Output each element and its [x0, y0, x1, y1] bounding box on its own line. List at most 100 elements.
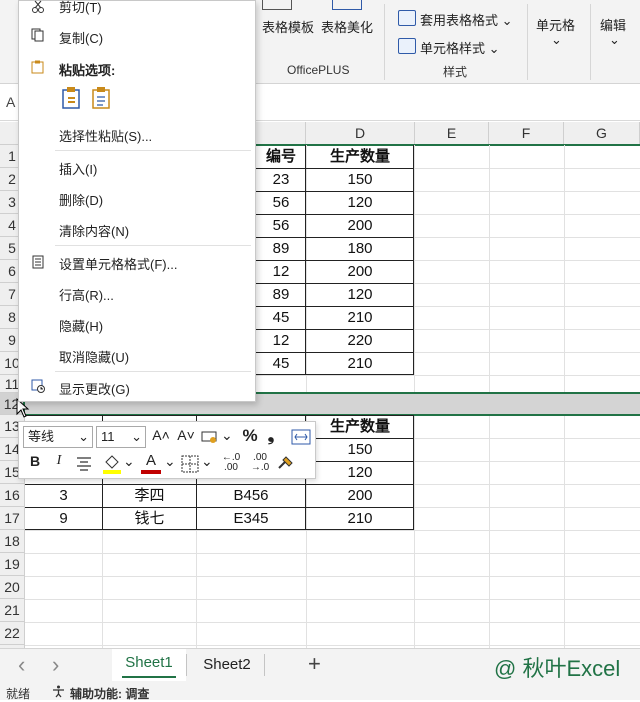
table2-cell-d17[interactable]: 210 [306, 507, 414, 530]
table1-cell-d8[interactable]: 210 [306, 306, 414, 329]
table2-cell-a16[interactable]: 3 [25, 484, 102, 507]
row-header-19[interactable]: 19 [0, 553, 25, 576]
row-header-21[interactable]: 21 [0, 599, 25, 622]
paste-values-icon[interactable] [91, 86, 113, 110]
menu-item-format-cells[interactable]: 设置单元格格式(F)... [59, 254, 177, 273]
row-header-18[interactable]: 18 [0, 530, 25, 553]
context-menu[interactable]: 剪切(T) 复制(C) 粘贴选项: 选择性粘贴(S)... 插入(I) 删除(D… [18, 0, 256, 402]
menu-separator [55, 245, 251, 246]
column-header-f[interactable]: F [489, 122, 564, 145]
table1-cell-d3[interactable]: 120 [306, 191, 414, 214]
menu-separator [55, 371, 251, 372]
sheet-nav-prev-button[interactable]: ‹ [18, 652, 25, 678]
table2-cell-d14[interactable]: 150 [306, 438, 414, 461]
table1-cell-d4[interactable]: 200 [306, 214, 414, 237]
table2-cell-d16[interactable]: 200 [306, 484, 414, 507]
font-name-box[interactable]: 等线 ⌄ [23, 426, 93, 448]
bold-button[interactable]: B [27, 453, 43, 469]
merge-center-icon[interactable] [291, 429, 311, 445]
menu-item-copy[interactable]: 复制(C) [59, 28, 103, 47]
accessibility-icon [53, 685, 64, 698]
table1-cell-d10[interactable]: 210 [306, 352, 414, 375]
column-header-g[interactable]: G [564, 122, 640, 145]
chevron-down-icon[interactable]: ⌄ [164, 453, 176, 470]
table1-header-d[interactable]: 生产数量 [306, 145, 414, 168]
apply-table-format-button[interactable]: 套用表格格式 ⌄ [420, 10, 513, 29]
table1-cell-d7[interactable]: 120 [306, 283, 414, 306]
menu-item-clear[interactable]: 清除内容(N) [59, 221, 129, 240]
chevron-down-icon[interactable]: ⌄ [609, 32, 620, 48]
menu-item-show-changes[interactable]: 显示更改(G) [59, 379, 130, 398]
menu-item-hide[interactable]: 隐藏(H) [59, 316, 103, 335]
menu-item-row-height[interactable]: 行高(R)... [59, 285, 114, 304]
table2-header-d[interactable]: 生产数量 [306, 415, 414, 438]
row-header-17[interactable]: 17 [0, 507, 25, 530]
format-painter-icon[interactable] [276, 453, 296, 473]
percent-style-button[interactable]: % [240, 426, 260, 446]
font-size-box[interactable]: 11 ⌄ [96, 426, 146, 448]
currency-format-icon[interactable] [201, 429, 221, 445]
table2-cell-d15[interactable]: 120 [306, 461, 414, 484]
officeplus-group-label: OfficePLUS [287, 63, 350, 77]
menu-item-unhide[interactable]: 取消隐藏(U) [59, 347, 129, 366]
table1-cell-d6[interactable]: 200 [306, 260, 414, 283]
column-header-d[interactable]: D [306, 122, 415, 145]
chevron-down-icon[interactable]: ⌄ [551, 32, 562, 48]
table2-cell-b17[interactable]: 钱七 [103, 507, 196, 530]
row-header-22[interactable]: 22 [0, 622, 25, 645]
table1-cell-c3[interactable]: 56 [256, 191, 306, 214]
increase-decimal-button[interactable]: ←.0 .00 [218, 453, 244, 473]
table2-cell-c17[interactable]: E345 [197, 507, 305, 530]
menu-item-cut[interactable]: 剪切(T) [59, 0, 102, 16]
table1-cell-c2[interactable]: 23 [256, 168, 306, 191]
table1-cell-c7[interactable]: 89 [256, 283, 306, 306]
sheet-nav-next-button[interactable]: › [52, 652, 59, 678]
table-beautify-button[interactable]: 表格美化 [321, 17, 373, 36]
table1-cell-d5[interactable]: 180 [306, 237, 414, 260]
table1-cell-c6[interactable]: 12 [256, 260, 306, 283]
table2-cell-b16[interactable]: 李四 [103, 484, 196, 507]
chevron-down-icon[interactable]: ⌄ [201, 453, 213, 470]
decrease-decimal-button[interactable]: .00 →.0 [247, 453, 273, 473]
chevron-down-icon[interactable]: ⌄ [123, 453, 135, 470]
column-header-e[interactable]: E [415, 122, 489, 145]
table1-cell-c9[interactable]: 12 [256, 329, 306, 352]
borders-icon[interactable] [181, 455, 199, 473]
scissors-icon [32, 0, 44, 13]
add-sheet-button[interactable]: + [308, 651, 321, 677]
menu-item-insert[interactable]: 插入(I) [59, 159, 97, 178]
table1-header-c[interactable]: 编号 [256, 145, 306, 168]
table2-cell-a17[interactable]: 9 [25, 507, 102, 530]
table1-cell-c8[interactable]: 45 [256, 306, 306, 329]
paste-formatting-icon[interactable] [61, 86, 83, 110]
style-group-label: 样式 [443, 65, 468, 79]
comma-style-button[interactable]: ❟ [264, 426, 278, 446]
align-center-icon[interactable] [76, 456, 92, 472]
table1-cell-c10[interactable]: 45 [256, 352, 306, 375]
sheet-tab-2[interactable]: Sheet2 [190, 649, 264, 681]
sheet-tab-1[interactable]: Sheet1 [112, 649, 186, 681]
menu-item-delete[interactable]: 删除(D) [59, 190, 103, 209]
sheet-tab-bar: ‹ › Sheet1 Sheet2 + @ 秋叶Excel [0, 648, 640, 682]
fill-color-icon[interactable] [102, 453, 122, 475]
shrink-font-button[interactable]: A˅ [176, 427, 196, 443]
row-header-20[interactable]: 20 [0, 576, 25, 599]
row-header-16[interactable]: 16 [0, 484, 25, 507]
paste-options-label: 粘贴选项: [59, 63, 116, 78]
italic-button[interactable]: I [51, 453, 67, 469]
menu-item-paste-special[interactable]: 选择性粘贴(S)... [59, 126, 152, 145]
grow-font-button[interactable]: A˄ [151, 427, 171, 443]
table1-cell-c4[interactable]: 56 [256, 214, 306, 237]
chevron-down-icon[interactable]: ⌄ [221, 427, 233, 444]
mini-toolbar[interactable]: 等线 ⌄ 11 ⌄ A˄ A˅ ⌄ % ❟ B I ⌄ A ⌄ ⌄ ←.0 .00 … [18, 421, 316, 479]
chevron-down-icon: ⌄ [131, 429, 142, 444]
table1-cell-c5[interactable]: 89 [256, 237, 306, 260]
table2-cell-c16[interactable]: B456 [197, 484, 305, 507]
table-template-button[interactable]: 表格模板 [262, 17, 314, 36]
name-box[interactable]: A [6, 94, 15, 110]
table1-cell-d2[interactable]: 150 [306, 168, 414, 191]
status-accessibility[interactable]: 辅助功能: 调查 [70, 685, 149, 702]
font-color-button[interactable]: A [141, 452, 161, 476]
table1-cell-d9[interactable]: 220 [306, 329, 414, 352]
cell-style-button[interactable]: 单元格样式 ⌄ [420, 38, 500, 57]
